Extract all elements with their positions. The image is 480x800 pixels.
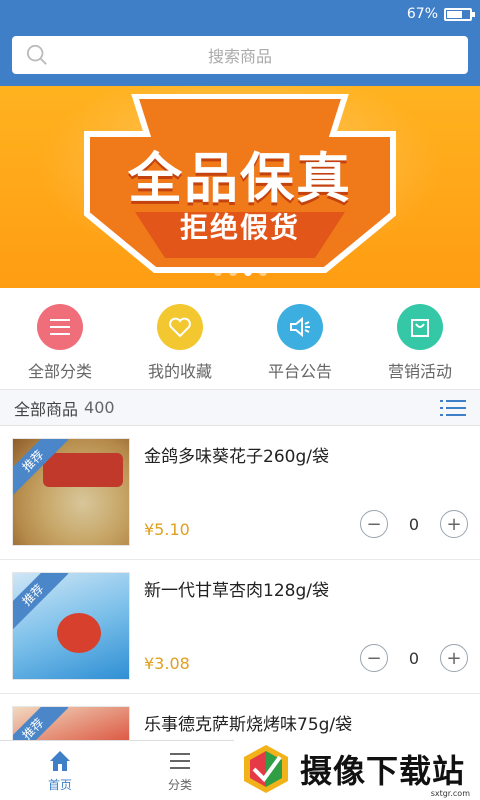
tab-label: 分类 — [167, 778, 192, 792]
search-header: 搜索商品 — [0, 28, 480, 86]
quantity-stepper: − 0 + — [360, 510, 468, 538]
battery-icon — [444, 7, 475, 21]
tab-category[interactable]: 分类 — [120, 741, 240, 800]
product-name: 金鸽多味葵花子260g/袋 — [144, 447, 329, 467]
status-bar: 67% — [0, 0, 480, 28]
quick-item-all-categories[interactable]: 全部分类 — [0, 288, 120, 389]
bag-icon — [397, 304, 443, 350]
banner-title: 全品保真 — [128, 147, 352, 210]
increase-button[interactable]: + — [440, 644, 468, 672]
carousel-dot[interactable] — [258, 268, 267, 276]
quantity-value: 0 — [408, 514, 420, 534]
product-name: 新一代甘草杏肉128g/袋 — [144, 581, 329, 601]
quick-item-favorites[interactable]: 我的收藏 — [120, 288, 240, 389]
heart-icon — [157, 304, 203, 350]
carousel-dot[interactable] — [243, 268, 252, 276]
quick-item-promotions[interactable]: 营销活动 — [360, 288, 480, 389]
list-icon — [170, 753, 190, 769]
battery-percentage: 67% — [406, 6, 438, 22]
watermark-url: sxtgr.com — [430, 789, 470, 798]
decrease-button[interactable]: − — [360, 644, 388, 672]
search-placeholder: 搜索商品 — [207, 47, 272, 66]
product-item[interactable]: 推荐 金鸽多味葵花子260g/袋 ¥5.10 − 0 + — [0, 426, 480, 560]
increase-button[interactable]: + — [440, 510, 468, 538]
speaker-icon — [277, 304, 323, 350]
tab-home[interactable]: 首页 — [0, 741, 120, 800]
product-image: 推荐 — [12, 438, 130, 546]
product-price: ¥5.10 — [144, 520, 190, 539]
carousel-indicators — [0, 268, 480, 276]
decrease-button[interactable]: − — [360, 510, 388, 538]
search-input[interactable]: 搜索商品 — [12, 36, 468, 74]
tab-label: 首页 — [47, 778, 72, 792]
product-image: 推荐 — [12, 572, 130, 680]
section-title: 全部商品 — [14, 399, 79, 419]
quick-item-label: 全部分类 — [27, 362, 92, 381]
product-item[interactable]: 推荐 新一代甘草杏肉128g/袋 ¥3.08 − 0 + — [0, 560, 480, 694]
menu-icon — [37, 304, 83, 350]
section-header: 全部商品 400 — [0, 390, 480, 426]
quick-menu: 全部分类 我的收藏 平台公告 营销活动 — [0, 288, 480, 390]
quantity-value: 0 — [408, 648, 420, 668]
watermark-logo-icon — [244, 745, 288, 793]
product-count: 400 — [84, 398, 115, 417]
product-price: ¥3.08 — [144, 654, 190, 673]
product-name: 乐事德克萨斯烧烤味75g/袋 — [144, 715, 353, 735]
quick-item-label: 营销活动 — [387, 362, 452, 381]
quick-item-announcements[interactable]: 平台公告 — [240, 288, 360, 389]
quantity-stepper: − 0 + — [360, 644, 468, 672]
list-view-icon[interactable] — [440, 398, 466, 418]
watermark-text: 摄像下载站 — [300, 752, 466, 790]
quick-item-label: 我的收藏 — [147, 362, 212, 381]
promo-banner[interactable]: 全品保真 拒绝假货 — [0, 86, 480, 288]
watermark: 摄像下载站 sxtgr.com — [234, 738, 480, 800]
home-icon — [50, 751, 70, 771]
banner-subtitle: 拒绝假货 — [179, 211, 300, 244]
carousel-dot[interactable] — [228, 268, 237, 276]
search-icon — [26, 44, 47, 65]
carousel-dot[interactable] — [213, 268, 222, 276]
quick-item-label: 平台公告 — [267, 362, 332, 381]
